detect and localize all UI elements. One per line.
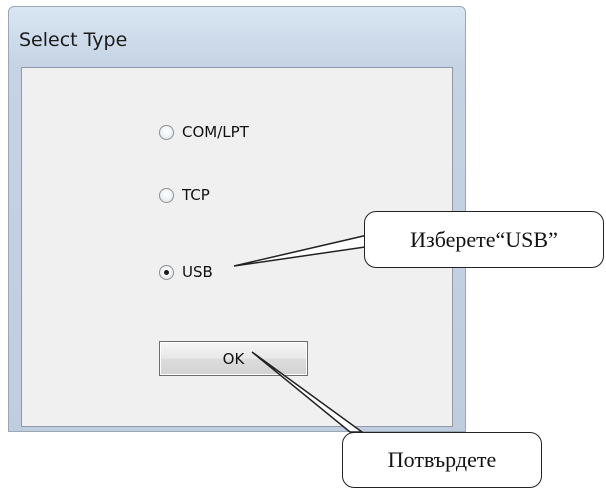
callout-pointer-usb	[233, 233, 373, 267]
callout-pointer-confirm	[251, 351, 365, 433]
callout-confirm: Потвърдете	[342, 432, 542, 488]
callout-select-usb: Изберете“USB”	[364, 211, 604, 268]
